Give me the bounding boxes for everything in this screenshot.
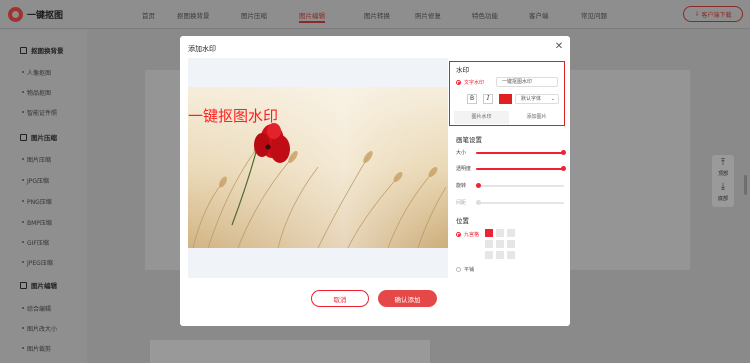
watermark-text-overlay[interactable]: 一键抠图水印: [188, 105, 278, 126]
grid-cell[interactable]: [507, 240, 515, 248]
font-color-picker[interactable]: [499, 94, 512, 104]
download-icon: ⇩: [694, 10, 700, 18]
close-icon[interactable]: ✕: [553, 41, 565, 53]
page-scrollbar[interactable]: [744, 175, 747, 195]
sidebar-section-title: 图片压缩: [31, 134, 57, 142]
nav-item-repair[interactable]: 照片修复: [415, 10, 441, 20]
tile-label: 平铺: [464, 267, 475, 273]
watermark-text-input[interactable]: 一键抠图水印: [496, 77, 558, 87]
opacity-slider[interactable]: [476, 166, 566, 171]
image-preview: 一键抠图水印: [188, 58, 448, 278]
rotate-slider[interactable]: [476, 183, 564, 188]
sidebar-item[interactable]: 智能证件照: [21, 108, 57, 117]
watermark-section-title: 水印: [456, 66, 469, 74]
preview-photo: 一键抠图水印: [188, 87, 448, 248]
main-nav: 首页 抠图换背景 图片压缩 图片编辑 图片转换 照片修复 特色功能 客户端 常见…: [0, 10, 750, 23]
sidebar-item[interactable]: 物品抠图: [21, 88, 51, 97]
tile-radio[interactable]: [456, 267, 461, 272]
top-navigation-bar: 一键抠图 首页 抠图换背景 图片压缩 图片编辑 图片转换 照片修复 特色功能 客…: [0, 0, 750, 29]
sidebar-item[interactable]: 图片裁剪: [21, 344, 51, 353]
nav-item-home[interactable]: 首页: [142, 10, 155, 20]
edit-icon: [20, 281, 27, 289]
back-to-top-label[interactable]: 顶部: [712, 170, 734, 177]
confirm-add-button[interactable]: 确认添加: [378, 290, 437, 307]
slider-label-spacing: 间距: [456, 200, 467, 206]
sidebar-item[interactable]: 图片压缩: [21, 155, 51, 164]
grid-cell[interactable]: [496, 251, 504, 259]
layers-icon: [20, 46, 27, 54]
sidebar-section-title: 图片编辑: [31, 282, 57, 290]
font-select[interactable]: 默认字体 ⌄: [515, 94, 559, 104]
grid-cell[interactable]: [496, 240, 504, 248]
tab-add-image[interactable]: 添加图片: [509, 111, 564, 124]
main-content-lower: [150, 340, 430, 363]
nav-item-faq[interactable]: 常见问题: [581, 10, 607, 20]
grid-cell[interactable]: [507, 251, 515, 259]
sidebar-section-compress[interactable]: 图片压缩: [20, 132, 57, 142]
watermark-tabs: 图片水印 添加图片: [454, 111, 564, 124]
text-watermark-radio[interactable]: [456, 80, 461, 85]
size-slider[interactable]: [476, 150, 566, 155]
grid-cell[interactable]: [507, 229, 515, 237]
nav-item-edit[interactable]: 图片编辑: [299, 10, 325, 23]
sidebar: 抠图换背景 人像抠图 物品抠图 智能证件照 图片压缩 图片压缩 JPG压缩 PN…: [0, 30, 87, 363]
slider-label-size: 大小: [456, 150, 467, 156]
bold-button[interactable]: B: [467, 94, 477, 104]
client-download-label: 客户端下载: [701, 11, 732, 19]
grid-cell[interactable]: [496, 229, 504, 237]
nav-item-client[interactable]: 客户端: [529, 10, 549, 20]
italic-button[interactable]: I: [483, 94, 493, 104]
nav-item-cutout[interactable]: 抠图换背景: [177, 10, 210, 20]
sidebar-item[interactable]: GIF压缩: [22, 238, 49, 247]
nine-grid-radio[interactable]: [456, 232, 461, 237]
nine-grid-label: 九宫格: [464, 232, 480, 238]
slider-label-opacity: 透明度: [456, 166, 472, 172]
brush-section-title: 画笔设置: [456, 136, 482, 144]
sidebar-item[interactable]: BMP压缩: [22, 218, 52, 227]
text-watermark-label: 文字水印: [464, 80, 485, 86]
grid-cell[interactable]: [485, 240, 493, 248]
arrow-up-icon[interactable]: ⤒: [712, 158, 734, 168]
tab-image-watermark[interactable]: 图片水印: [454, 111, 509, 124]
grid-cell[interactable]: [485, 229, 493, 237]
sidebar-section-edit[interactable]: 图片编辑: [20, 280, 57, 290]
font-select-value: 默认字体: [521, 96, 542, 102]
arrow-down-icon[interactable]: ⤓: [712, 182, 734, 192]
floating-toolbar: ⤒ 顶部 ⤓ 底部: [712, 155, 734, 207]
nav-item-compress[interactable]: 图片压缩: [241, 10, 267, 20]
sidebar-item[interactable]: JPEG压缩: [22, 258, 53, 267]
position-grid: [485, 229, 515, 259]
sidebar-item[interactable]: 人像抠图: [21, 68, 51, 77]
to-bottom-label[interactable]: 底部: [712, 195, 734, 202]
spacing-slider[interactable]: [476, 200, 564, 205]
sidebar-section-cutout[interactable]: 抠图换背景: [20, 45, 64, 55]
nav-item-convert[interactable]: 图片转换: [364, 10, 390, 20]
position-section-title: 位置: [456, 217, 469, 225]
sidebar-item[interactable]: PNG压缩: [22, 197, 52, 206]
compress-icon: [20, 133, 27, 141]
slider-label-rotate: 旋转: [456, 183, 467, 189]
client-download-button[interactable]: ⇩ 客户端下载: [683, 6, 743, 22]
cancel-button[interactable]: 取消: [311, 290, 369, 307]
sidebar-item[interactable]: JPG压缩: [21, 176, 49, 185]
sidebar-section-title: 抠图换背景: [31, 47, 64, 55]
sidebar-item[interactable]: 图片改大小: [21, 324, 57, 333]
nav-item-features[interactable]: 特色功能: [472, 10, 498, 20]
watermark-settings-panel: 水印 文字水印 一键抠图水印 B I 默认字体 ⌄ 图片水印 添加图片 画笔设置…: [449, 61, 570, 326]
dialog-title: 添加水印: [188, 45, 216, 53]
add-watermark-dialog: 添加水印 ✕ 一键抠图水印 水印 文字水印 一键抠图水印 B I 默认字体 ⌄ …: [180, 36, 570, 326]
grid-cell[interactable]: [485, 251, 493, 259]
chevron-down-icon: ⌄: [550, 96, 555, 102]
sidebar-item[interactable]: 综合编辑: [21, 304, 51, 313]
